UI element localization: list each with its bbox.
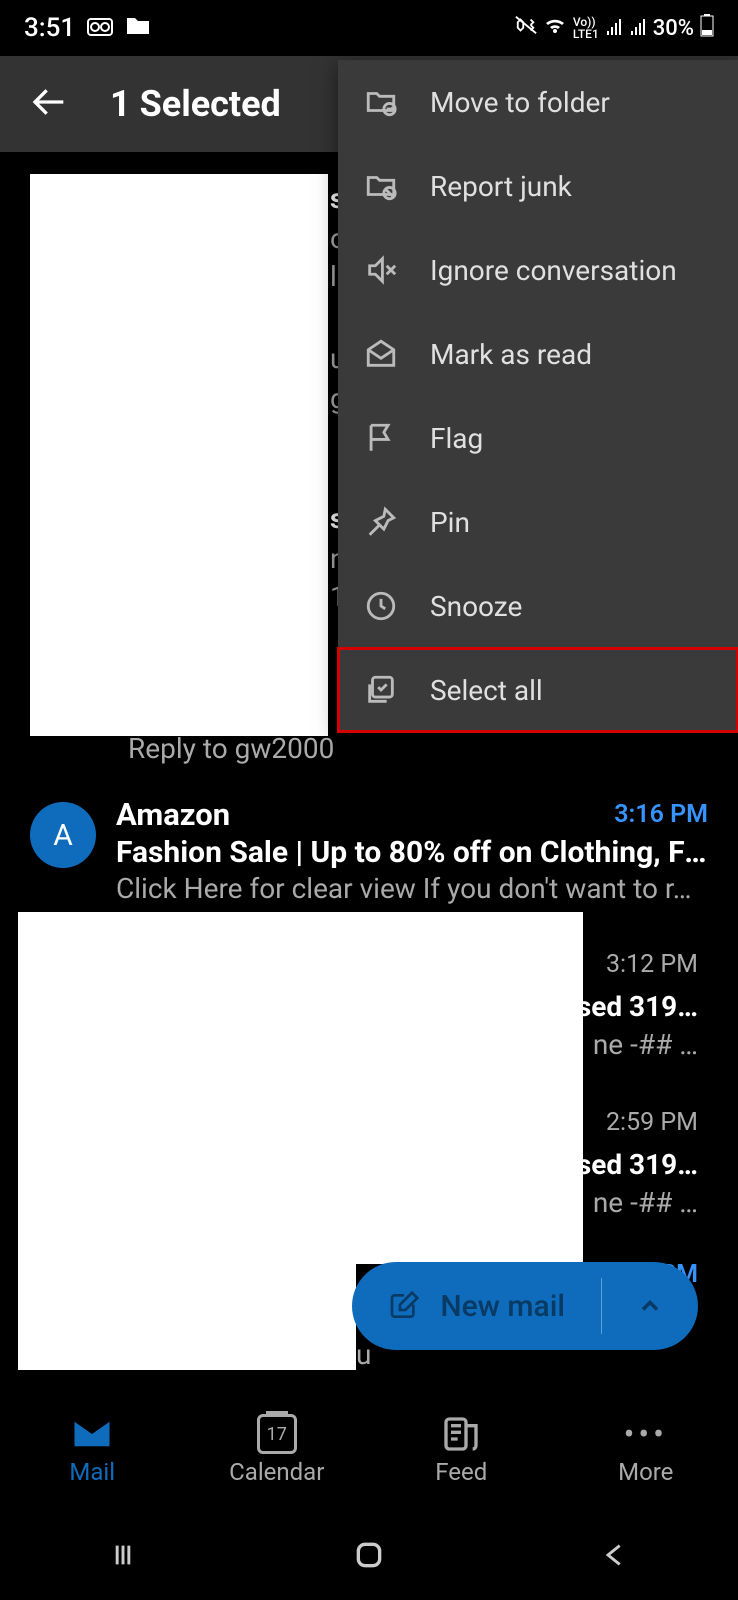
menu-ignore-conversation[interactable]: Ignore conversation — [338, 228, 738, 312]
back-button[interactable] — [593, 1533, 637, 1577]
menu-mark-as-read[interactable]: Mark as read — [338, 312, 738, 396]
email-fragment: ne -## … — [593, 1028, 698, 1061]
chevron-up-icon — [636, 1292, 664, 1320]
email-time-fragment: 3:12 PM — [606, 950, 698, 979]
feed-icon — [440, 1414, 482, 1454]
menu-select-all[interactable]: Select all — [338, 648, 738, 732]
compose-icon — [388, 1290, 420, 1322]
email-preview: Click Here for clear view If you don't w… — [116, 872, 708, 905]
email-time-fragment: 2:59 PM — [606, 1108, 698, 1137]
pin-icon — [364, 505, 398, 539]
avatar[interactable]: A — [30, 802, 96, 868]
home-button[interactable] — [347, 1533, 391, 1577]
menu-label: Flag — [430, 422, 483, 455]
nav-calendar[interactable]: 17 Calendar — [185, 1390, 370, 1510]
menu-label: Report junk — [430, 170, 572, 203]
mute-icon — [364, 253, 398, 287]
menu-report-junk[interactable]: Report junk — [338, 144, 738, 228]
menu-label: Move to folder — [430, 86, 610, 119]
redaction-block — [18, 912, 583, 1264]
clock-icon — [364, 589, 398, 623]
selection-title: 1 Selected — [110, 83, 281, 125]
folder-icon — [125, 13, 151, 43]
redaction-block — [30, 174, 328, 736]
menu-label: Select all — [430, 674, 543, 707]
email-time: 3:16 PM — [614, 800, 708, 829]
partial-char: u — [356, 1338, 371, 1371]
email-item[interactable]: A Amazon 3:16 PM Fashion Sale | Up to 80… — [0, 782, 738, 919]
menu-label: Pin — [430, 506, 470, 539]
nav-label: Calendar — [229, 1458, 324, 1486]
recents-button[interactable] — [101, 1533, 145, 1577]
select-all-icon — [364, 673, 398, 707]
menu-move-to-folder[interactable]: Move to folder — [338, 60, 738, 144]
menu-label: Mark as read — [430, 338, 592, 371]
email-subject: Fashion Sale | Up to 80% off on Clothing… — [116, 835, 708, 870]
context-menu: Move to folder Report junk Ignore conver… — [338, 60, 738, 732]
signal-icon-1 — [605, 16, 623, 41]
nav-label: More — [618, 1458, 673, 1486]
signal-icon-2 — [629, 16, 647, 41]
wifi-icon — [543, 15, 567, 41]
flag-icon — [364, 421, 398, 455]
volte-icon: Vo))LTE1 — [573, 16, 599, 40]
email-fragment: ne -## … — [593, 1186, 698, 1219]
back-icon[interactable] — [30, 82, 70, 126]
system-nav — [0, 1510, 738, 1600]
email-sender: Amazon — [116, 796, 230, 833]
email-fragment: sed 319… — [577, 1148, 698, 1181]
nav-mail[interactable]: Mail — [0, 1390, 185, 1510]
menu-pin[interactable]: Pin — [338, 480, 738, 564]
folder-block-icon — [364, 169, 398, 203]
vibrate-icon — [515, 14, 537, 42]
more-icon: ••• — [625, 1414, 667, 1454]
mail-icon — [71, 1414, 113, 1454]
nav-more[interactable]: ••• More — [554, 1390, 738, 1510]
status-bar: 3:51 Vo))LTE1 30% — [0, 0, 738, 56]
menu-flag[interactable]: Flag — [338, 396, 738, 480]
battery-icon — [700, 13, 714, 43]
calendar-icon: 17 — [257, 1414, 297, 1454]
nav-feed[interactable]: Feed — [369, 1390, 554, 1510]
nav-label: Feed — [435, 1458, 487, 1486]
status-time: 3:51 — [24, 13, 75, 43]
voicemail-icon — [87, 13, 113, 43]
menu-label: Snooze — [430, 590, 522, 623]
menu-snooze[interactable]: Snooze — [338, 564, 738, 648]
battery-text: 30% — [653, 16, 694, 41]
redaction-block — [18, 1264, 356, 1370]
partial-reply-text: Reply to gw2000 — [128, 732, 334, 765]
mail-open-icon — [364, 337, 398, 371]
new-mail-label: New mail — [440, 1289, 565, 1324]
folder-move-icon — [364, 85, 398, 119]
calendar-day: 17 — [267, 1424, 287, 1445]
bottom-nav: Mail 17 Calendar Feed ••• More — [0, 1390, 738, 1510]
new-mail-fab[interactable]: New mail — [352, 1262, 698, 1350]
menu-label: Ignore conversation — [430, 254, 677, 287]
email-fragment: sed 319… — [577, 990, 698, 1023]
fab-expand-button[interactable] — [602, 1292, 698, 1320]
partial-char: l — [330, 260, 337, 293]
new-mail-button[interactable]: New mail — [352, 1289, 601, 1324]
nav-label: Mail — [69, 1458, 115, 1486]
